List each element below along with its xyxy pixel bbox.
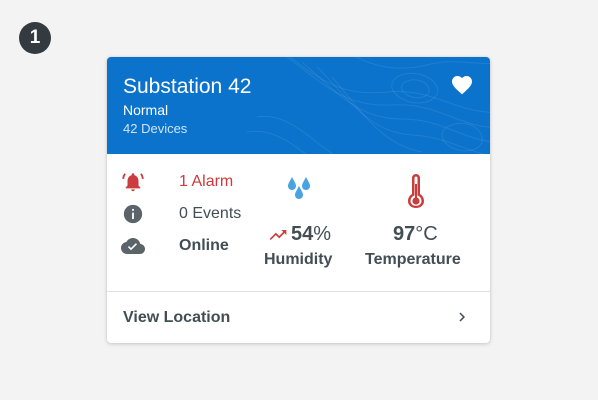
station-status: Normal — [123, 102, 169, 118]
device-card: Substation 42 Normal 42 Devices 1 Alarm — [107, 57, 490, 343]
card-header: Substation 42 Normal 42 Devices — [107, 57, 490, 154]
cloud-check-icon — [121, 234, 145, 258]
online-row: Online — [121, 234, 251, 258]
temperature-value: 97 — [393, 223, 416, 245]
trending-up-icon — [267, 224, 289, 246]
humidity-value: 54 — [291, 223, 314, 245]
station-title: Substation 42 — [123, 75, 252, 98]
temperature-unit: °C — [415, 223, 438, 245]
water-drops-icon — [284, 175, 314, 201]
view-location-link[interactable]: View Location — [107, 292, 490, 343]
alarm-row[interactable]: 1 Alarm — [121, 170, 251, 194]
humidity-unit: % — [313, 223, 332, 245]
connection-status: Online — [179, 237, 229, 254]
event-count: 0 Events — [179, 205, 242, 222]
view-location-label: View Location — [123, 309, 231, 326]
alarm-bell-icon — [121, 170, 145, 194]
temperature-reading: 97°C — [393, 223, 438, 246]
alarm-count: 1 Alarm — [179, 173, 234, 190]
chevron-right-icon — [459, 312, 465, 322]
heart-icon — [452, 76, 472, 95]
info-icon — [121, 202, 145, 226]
humidity-reading: 54% — [291, 223, 331, 246]
humidity-label: Humidity — [264, 251, 333, 268]
events-row[interactable]: 0 Events — [121, 202, 251, 226]
thermometer-icon — [404, 174, 428, 208]
temperature-label: Temperature — [365, 251, 461, 268]
device-count: 42 Devices — [123, 121, 188, 136]
favorite-button[interactable] — [450, 73, 474, 97]
step-badge: 1 — [19, 22, 51, 54]
